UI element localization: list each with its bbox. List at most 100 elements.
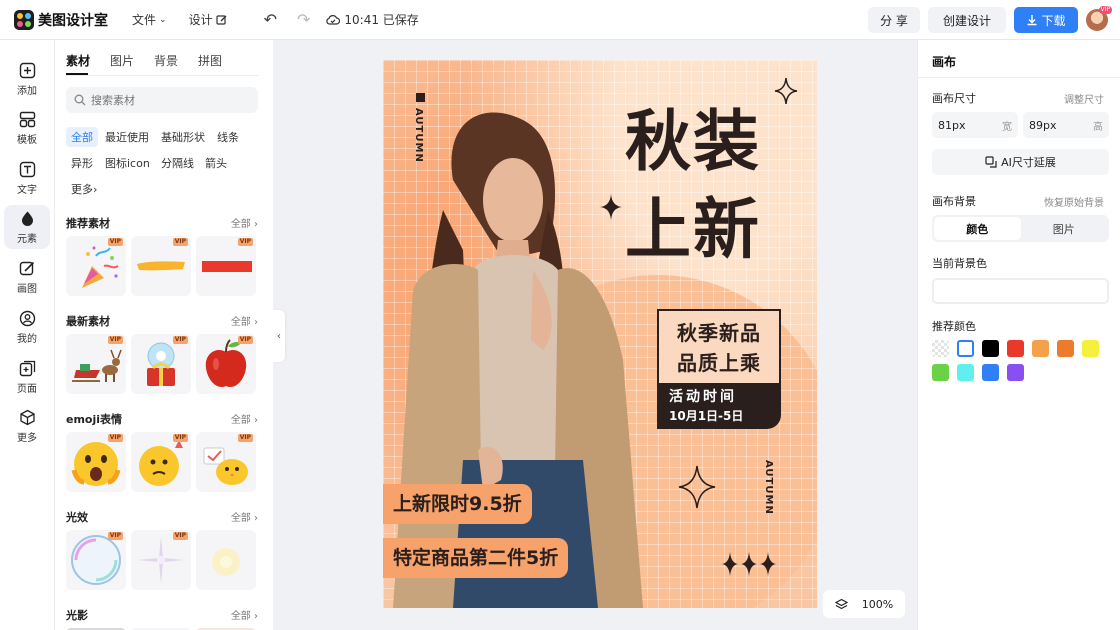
rail-mine[interactable]: 我的 bbox=[4, 305, 50, 349]
bg-type-image[interactable]: 图片 bbox=[1021, 217, 1108, 240]
material-panel: 素材 图片 背景 拼图 全部 最近使用 基础形状 线条 异形 图标icon 分隔… bbox=[55, 40, 273, 630]
chip-all[interactable]: 全部 bbox=[66, 127, 98, 147]
sparkle-star-icon[interactable] bbox=[773, 76, 799, 106]
rail-add[interactable]: 添加 bbox=[4, 57, 50, 101]
share-button[interactable]: 分 享 bbox=[868, 7, 920, 33]
search-box[interactable] bbox=[66, 87, 258, 113]
chip-irregular[interactable]: 异形 bbox=[66, 153, 98, 173]
section-header: 最新素材 全部 › bbox=[66, 313, 258, 329]
resize-link[interactable]: 调整尺寸 bbox=[1064, 91, 1104, 106]
poster-promo-2[interactable]: 特定商品第二件5折 bbox=[383, 538, 569, 578]
material-thumb-bubble[interactable]: VIP bbox=[66, 530, 126, 590]
sparkle-star-icon[interactable] bbox=[598, 192, 624, 222]
design-canvas[interactable]: AUTUMN AUTUMN 秋装 上新 秋季新品 品质上乘 活动时间 10月1日… bbox=[383, 60, 817, 608]
undo-icon[interactable]: ↶ bbox=[264, 10, 277, 29]
color-swatch[interactable] bbox=[957, 340, 974, 357]
chip-lines[interactable]: 线条 bbox=[212, 127, 244, 147]
chip-more[interactable]: 更多 › bbox=[66, 179, 102, 199]
color-swatch[interactable] bbox=[932, 364, 949, 381]
chip-icons[interactable]: 图标icon bbox=[100, 153, 155, 173]
material-thumb-sparkle[interactable]: VIP bbox=[131, 530, 191, 590]
material-thumb-gift-globe[interactable]: VIP bbox=[131, 334, 191, 394]
poster-headline-line2: 上新 bbox=[625, 191, 761, 268]
poster-autumn-text-top[interactable]: AUTUMN bbox=[413, 108, 424, 163]
rail-text[interactable]: 文字 bbox=[4, 156, 50, 200]
see-all-link[interactable]: 全部 › bbox=[231, 509, 258, 525]
poster-promo-1[interactable]: 上新限时9.5折 bbox=[383, 484, 532, 524]
save-status-text: 10:41 已保存 bbox=[344, 13, 419, 27]
plus-square-icon bbox=[19, 62, 35, 78]
width-field[interactable]: 81px 宽 bbox=[932, 112, 1018, 138]
search-input[interactable] bbox=[91, 93, 241, 107]
tab-collage[interactable]: 拼图 bbox=[198, 52, 222, 69]
chip-basic-shapes[interactable]: 基础形状 bbox=[156, 127, 210, 147]
save-status: 10:41 已保存 bbox=[326, 11, 419, 28]
avatar[interactable]: VIP bbox=[1086, 6, 1112, 31]
current-bg-color-field[interactable] bbox=[932, 278, 1109, 304]
rail-page[interactable]: 页面 bbox=[4, 355, 50, 399]
zoom-level[interactable]: 100% bbox=[862, 598, 893, 611]
chip-dividers[interactable]: 分隔线 bbox=[156, 153, 199, 173]
see-all-link[interactable]: 全部 › bbox=[231, 607, 258, 623]
rail-elements[interactable]: 元素 bbox=[4, 205, 50, 249]
material-thumb-emoji-chick[interactable]: VIP bbox=[196, 432, 256, 492]
recommended-colors-label: 推荐颜色 bbox=[932, 320, 976, 333]
sparkle-star-icon[interactable] bbox=[677, 464, 717, 510]
download-button[interactable]: 下载 bbox=[1014, 7, 1078, 33]
collapse-panel-button[interactable]: ‹ bbox=[273, 310, 285, 362]
create-design-button[interactable]: 创建设计 bbox=[928, 7, 1006, 33]
material-thumb-sleigh[interactable]: VIP bbox=[66, 334, 126, 394]
poster-event-box[interactable]: 活动时间 10月1日-5日 bbox=[657, 383, 781, 429]
file-menu-label: 文件 bbox=[132, 13, 157, 27]
see-all-link[interactable]: 全部 › bbox=[231, 215, 258, 231]
material-thumb-glow[interactable] bbox=[196, 530, 256, 590]
poster-new-season-box[interactable]: 秋季新品 品质上乘 bbox=[657, 309, 781, 385]
zoom-control[interactable]: 100% bbox=[823, 590, 905, 618]
vip-badge: VIP bbox=[107, 434, 123, 442]
color-swatch[interactable] bbox=[1007, 340, 1024, 357]
tab-images[interactable]: 图片 bbox=[110, 52, 134, 69]
material-thumb-emoji-thinking[interactable]: VIP bbox=[131, 432, 191, 492]
design-menu[interactable]: 设计 bbox=[189, 11, 228, 28]
triple-star-icon[interactable] bbox=[721, 548, 777, 580]
tab-backgrounds[interactable]: 背景 bbox=[154, 52, 178, 69]
color-swatch[interactable] bbox=[1057, 340, 1074, 357]
layers-icon[interactable] bbox=[834, 598, 848, 611]
chip-arrows[interactable]: 箭头 bbox=[200, 153, 232, 173]
poster-square-mark[interactable] bbox=[416, 93, 425, 102]
color-swatch[interactable] bbox=[982, 340, 999, 357]
chevron-left-icon: ‹ bbox=[277, 330, 281, 342]
color-swatch[interactable] bbox=[1007, 364, 1024, 381]
rail-more[interactable]: 更多 bbox=[4, 404, 50, 448]
material-thumb-emoji-shocked[interactable]: VIP bbox=[66, 432, 126, 492]
see-all-link[interactable]: 全部 › bbox=[231, 313, 258, 329]
see-all-link[interactable]: 全部 › bbox=[231, 411, 258, 427]
height-field[interactable]: 89px 高 bbox=[1023, 112, 1109, 138]
tab-materials[interactable]: 素材 bbox=[66, 52, 90, 69]
redo-icon[interactable]: ↷ bbox=[297, 10, 310, 29]
poster-box-line1: 秋季新品 bbox=[677, 321, 761, 345]
rail-draw[interactable]: 画图 bbox=[4, 255, 50, 299]
poster-headline[interactable]: 秋装 上新 bbox=[625, 98, 761, 274]
rail-template[interactable]: 模板 bbox=[4, 106, 50, 150]
bg-type-color[interactable]: 颜色 bbox=[934, 217, 1021, 240]
file-menu[interactable]: 文件 ⌄ bbox=[132, 11, 167, 28]
rail-text-label: 文字 bbox=[17, 184, 37, 196]
poster-autumn-text-bottom[interactable]: AUTUMN bbox=[763, 460, 774, 515]
ai-resize-button[interactable]: AI尺寸延展 bbox=[932, 149, 1109, 175]
color-swatch[interactable] bbox=[1032, 340, 1049, 357]
reset-bg-link[interactable]: 恢复原始背景 bbox=[1044, 194, 1104, 209]
color-swatch[interactable] bbox=[932, 340, 949, 357]
download-label: 下载 bbox=[1041, 13, 1066, 28]
text-icon bbox=[19, 161, 35, 177]
color-swatch[interactable] bbox=[1082, 340, 1099, 357]
chip-recent[interactable]: 最近使用 bbox=[100, 127, 154, 147]
shapes-icon bbox=[21, 211, 33, 226]
color-swatch[interactable] bbox=[957, 364, 974, 381]
material-thumb-party-popper[interactable]: VIP bbox=[66, 236, 126, 296]
material-thumb-yellow-brush[interactable]: VIP bbox=[131, 236, 191, 296]
app-logo[interactable]: 美图设计室 bbox=[14, 9, 108, 30]
color-swatch[interactable] bbox=[982, 364, 999, 381]
material-thumb-apple[interactable]: VIP bbox=[196, 334, 256, 394]
material-thumb-red-bar[interactable]: VIP bbox=[196, 236, 256, 296]
